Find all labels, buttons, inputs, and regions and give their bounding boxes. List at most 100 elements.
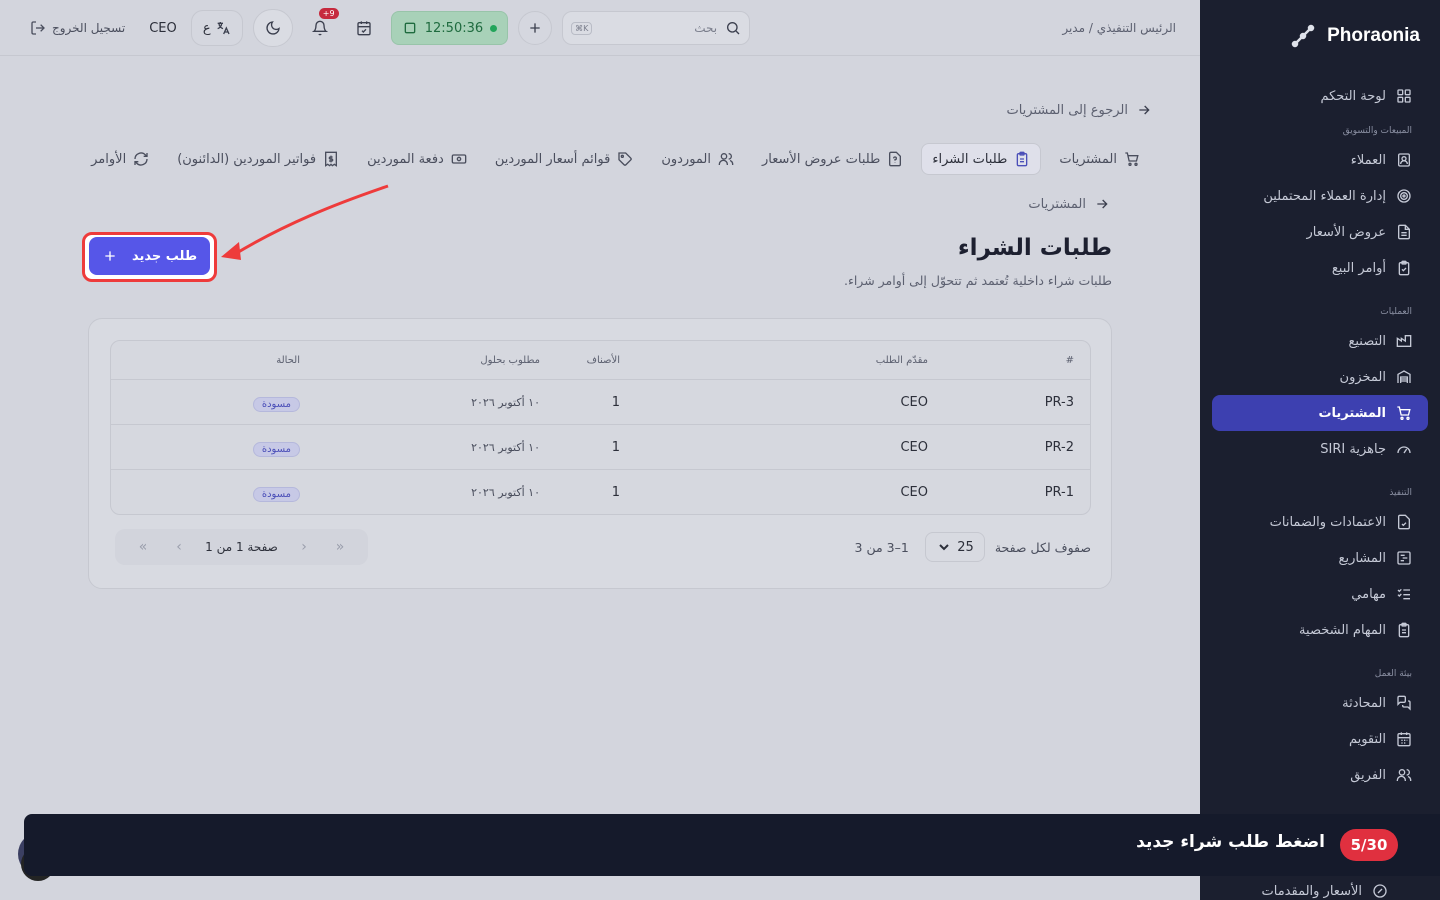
- cell-due: ١٠ أكتوبر ٢٠٢٦: [471, 440, 540, 454]
- brand-name: Phoraonia: [1327, 25, 1420, 46]
- warehouse-icon: [1396, 369, 1412, 385]
- new-request-button[interactable]: طلب جديد: [89, 237, 210, 275]
- rows-range: 1–3 من 3: [854, 539, 909, 555]
- tab-purchase-requests[interactable]: طلبات الشراء: [921, 143, 1042, 175]
- brand[interactable]: Phoraonia: [1220, 20, 1420, 52]
- arrow-right-icon: [1136, 102, 1152, 118]
- logout-button[interactable]: تسجيل الخروج: [30, 20, 125, 36]
- sidebar-item-calendar[interactable]: التقويم: [1212, 721, 1428, 757]
- file-question-icon: [887, 151, 903, 167]
- tab-suppliers[interactable]: الموردون: [651, 143, 744, 175]
- sidebar-item-label: جاهزية SIRI: [1320, 441, 1386, 457]
- header-id[interactable]: #: [1066, 355, 1074, 366]
- table-row[interactable]: PR-3 CEO 1 ١٠ أكتوبر ٢٠٢٦ مسودة: [111, 379, 1090, 424]
- page-breadcrumb[interactable]: المشتريات: [1028, 196, 1110, 212]
- header-due[interactable]: مطلوب بحلول: [480, 355, 540, 366]
- tab-rfq[interactable]: طلبات عروض الأسعار: [752, 143, 913, 175]
- stop-icon: [402, 20, 418, 36]
- header-status[interactable]: الحالة: [276, 355, 300, 366]
- sidebar-item-approvals[interactable]: الاعتمادات والضمانات: [1212, 504, 1428, 540]
- sidebar-item-siri-readiness[interactable]: جاهزية SIRI: [1212, 431, 1428, 467]
- calendar-check-icon: [356, 20, 372, 36]
- language-toggle[interactable]: ع: [190, 10, 243, 46]
- tab-label: الأوامر: [91, 151, 127, 167]
- cell-requester: CEO: [900, 439, 928, 455]
- status-pill: مسودة: [252, 397, 300, 412]
- theme-toggle[interactable]: [252, 9, 293, 47]
- logout-label: تسجيل الخروج: [52, 21, 126, 35]
- purchases-tabs: المشتريات طلبات الشراء طلبات عروض الأسعا…: [50, 143, 1150, 175]
- back-to-purchases-link[interactable]: الرجوع إلى المشتريات: [1006, 102, 1152, 118]
- search-input[interactable]: بحث K⌘: [562, 11, 751, 45]
- brand-logo-icon: [1289, 22, 1317, 50]
- table-row[interactable]: PR-2 CEO 1 ١٠ أكتوبر ٢٠٢٦ مسودة: [111, 424, 1090, 469]
- notifications-button[interactable]: +9: [303, 8, 339, 45]
- sidebar-nav: لوحة التحكم المبيعات والتسويق العملاء إد…: [1212, 78, 1428, 793]
- gauge-icon: [1396, 441, 1412, 457]
- back-link-label: الرجوع إلى المشتريات: [1006, 102, 1128, 118]
- requests-card: # مقدّم الطلب الأصناف مطلوب بحلول الحالة…: [88, 318, 1112, 589]
- sidebar-item-label: الفريق: [1350, 767, 1386, 783]
- header-items[interactable]: الأصناف: [587, 355, 620, 366]
- refresh-icon: [133, 151, 149, 167]
- gantt-icon: [1396, 550, 1412, 566]
- sidebar-item-label: الاعتمادات والضمانات: [1269, 514, 1386, 530]
- cart-icon: [1124, 151, 1140, 167]
- status-pill: مسودة: [252, 442, 300, 457]
- sidebar-item-personal-tasks[interactable]: المهام الشخصية: [1212, 612, 1428, 648]
- sidebar-item-customers[interactable]: العملاء: [1212, 142, 1428, 178]
- sidebar-item-projects[interactable]: المشاريع: [1212, 540, 1428, 576]
- last-page-icon[interactable]: »: [322, 539, 358, 555]
- sidebar-item-sales-orders[interactable]: أوامر البيع: [1212, 250, 1428, 286]
- tab-label: الموردون: [661, 151, 712, 167]
- tab-supplier-invoices[interactable]: فواتير الموردين (الدائنون): [167, 143, 349, 175]
- tour-pointer-arrow: [221, 184, 389, 260]
- sidebar-item-label: المخزون: [1339, 369, 1386, 385]
- sidebar-item-manufacturing[interactable]: التصنيع: [1212, 323, 1428, 359]
- document-icon: [1396, 224, 1412, 240]
- table-row[interactable]: PR-1 CEO 1 ١٠ أكتوبر ٢٠٢٦ مسودة: [111, 469, 1090, 514]
- sidebar-item-my-tasks[interactable]: مهامي: [1212, 576, 1428, 612]
- clipboard-icon: [1014, 151, 1030, 167]
- next-page-icon[interactable]: ›: [286, 539, 322, 555]
- tab-orders[interactable]: الأوامر: [81, 143, 159, 175]
- page-indicator: صفحة 1 من 1: [205, 540, 278, 554]
- file-check-icon: [1396, 514, 1412, 530]
- page-subtitle: طلبات شراء داخلية تُعتمد ثم تتحوّل إلى أ…: [843, 273, 1112, 288]
- sidebar-item-team[interactable]: الفريق: [1212, 757, 1428, 793]
- tab-supplier-price-lists[interactable]: قوائم أسعار الموردين: [485, 143, 643, 175]
- sidebar-item-label: عروض الأسعار: [1306, 224, 1387, 240]
- sidebar-item-purchases[interactable]: المشتريات: [1212, 395, 1428, 431]
- moon-icon: [265, 20, 281, 36]
- tab-label: قوائم أسعار الموردين: [494, 151, 611, 167]
- prev-page-icon[interactable]: ‹: [161, 539, 197, 555]
- calendar-button[interactable]: [347, 11, 381, 45]
- quick-add-button[interactable]: [518, 11, 553, 45]
- rows-per-page-select[interactable]: 25: [924, 532, 985, 562]
- bell-icon: [311, 20, 328, 36]
- sidebar-item-chat[interactable]: المحادثة: [1212, 685, 1428, 721]
- search-placeholder: بحث: [694, 21, 718, 35]
- header-requester[interactable]: مقدّم الطلب: [876, 355, 928, 366]
- requests-table: # مقدّم الطلب الأصناف مطلوب بحلول الحالة…: [110, 340, 1091, 515]
- sidebar-item-label: لوحة التحكم: [1320, 88, 1386, 104]
- sidebar-item-inventory[interactable]: المخزون: [1212, 359, 1428, 395]
- sidebar-item-dashboard[interactable]: لوحة التحكم: [1212, 78, 1428, 114]
- sidebar-item-label: التقويم: [1348, 731, 1386, 747]
- sidebar-section-sales: المبيعات والتسويق: [1342, 126, 1412, 136]
- plus-icon: [102, 248, 118, 264]
- user-name[interactable]: CEO: [149, 21, 177, 36]
- new-request-label: طلب جديد: [131, 248, 198, 264]
- sidebar-item-label: المشتريات: [1318, 405, 1386, 421]
- tour-message: اضغط طلب شراء جديد: [1136, 832, 1325, 852]
- sidebar-item-quotes[interactable]: عروض الأسعار: [1212, 214, 1428, 250]
- tab-purchases[interactable]: المشتريات: [1049, 143, 1150, 175]
- sidebar-item-pricing[interactable]: الأسعار والمقدمات: [1262, 883, 1389, 899]
- main-content: الرئيس التنفيذي / مدير تسجيل الخروج CEO …: [0, 0, 1200, 900]
- time-clock[interactable]: 12:50:36: [390, 11, 509, 45]
- tab-supplier-payment[interactable]: دفعة الموردين: [357, 143, 477, 175]
- first-page-icon[interactable]: «: [125, 539, 161, 555]
- sidebar-item-leads[interactable]: إدارة العملاء المحتملين: [1212, 178, 1428, 214]
- lang-label: ع: [202, 20, 211, 36]
- tab-label: المشتريات: [1059, 151, 1117, 167]
